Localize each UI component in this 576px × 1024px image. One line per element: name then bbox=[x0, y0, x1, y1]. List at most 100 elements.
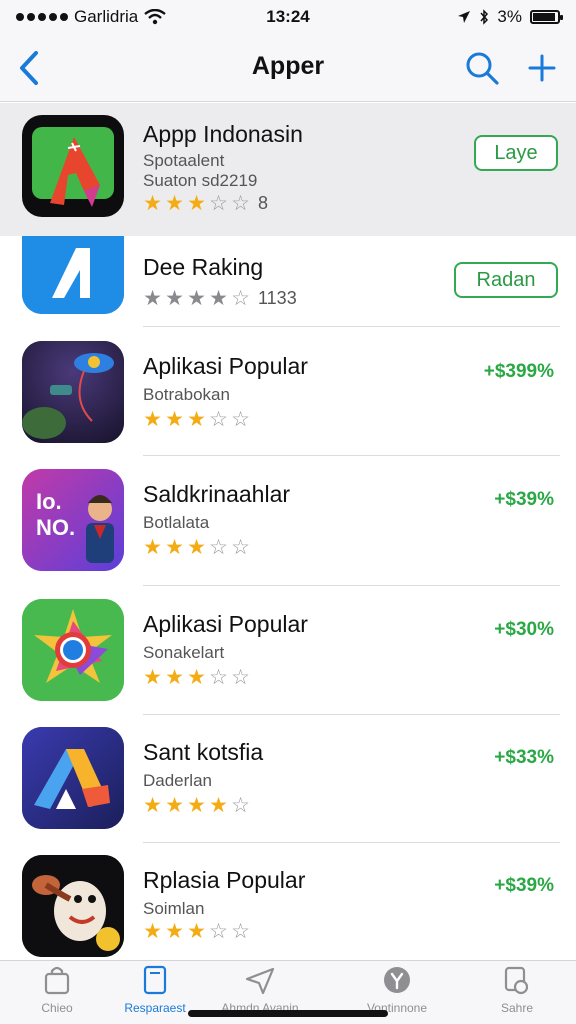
app-developer: Soimlan bbox=[143, 899, 205, 918]
battery-icon bbox=[530, 10, 563, 24]
search-icon bbox=[466, 52, 499, 85]
app-name: Rplasia Popular bbox=[143, 867, 306, 893]
app-icon bbox=[22, 599, 124, 701]
battery-label: 3% bbox=[497, 7, 522, 26]
app-name: Aplikasi Popular bbox=[143, 611, 308, 637]
get-button[interactable]: Laye bbox=[474, 135, 558, 171]
app-name: Sant kotsfia bbox=[143, 739, 264, 765]
app-subtitle: Suaton sd2219 bbox=[143, 171, 258, 190]
app-icon bbox=[22, 236, 124, 314]
app-icon: Io. NO. bbox=[22, 469, 124, 571]
star-filled-icon: ★ bbox=[187, 408, 207, 431]
star-filled-icon: ★ bbox=[165, 192, 185, 215]
star-rating: ★ ★ ★ ☆ ☆ bbox=[142, 665, 252, 690]
bag-icon bbox=[42, 965, 72, 995]
app-price[interactable]: +$39% bbox=[494, 489, 554, 511]
star-rating: ★ ★ ★ ☆ ☆ bbox=[142, 407, 252, 432]
app-name: Saldkrinaahlar bbox=[143, 481, 291, 507]
get-button[interactable]: Radan bbox=[454, 262, 558, 298]
app-icon bbox=[22, 855, 124, 957]
tab-label: Sahre bbox=[500, 1001, 534, 1015]
divider bbox=[143, 842, 560, 843]
tab-sahre[interactable]: Sahre bbox=[472, 965, 562, 1021]
star-filled-icon: ★ bbox=[165, 287, 185, 310]
app-developer: Botrabokan bbox=[143, 385, 230, 404]
star-filled-icon: ★ bbox=[143, 536, 163, 559]
star-filled-icon: ★ bbox=[187, 666, 207, 689]
list-item[interactable]: Aplikasi Popular Sonakelart ★ ★ ★ ☆ ☆ +$30% bbox=[0, 591, 576, 719]
app-icon bbox=[22, 727, 124, 829]
rating-count: 1133 bbox=[258, 288, 297, 308]
add-button[interactable] bbox=[522, 48, 562, 88]
star-rating: ★ ★ ★ ☆ ☆ bbox=[142, 535, 252, 560]
app-developer: Botlalata bbox=[143, 513, 210, 532]
star-filled-icon: ★ bbox=[209, 287, 229, 310]
tab-resparaest[interactable]: Resparaest bbox=[110, 965, 200, 1021]
app-developer: Sonakelart bbox=[143, 643, 225, 662]
star-filled-icon: ★ bbox=[187, 287, 207, 310]
app-list: Appp Indonasin Spotaalent Suaton sd2219 … bbox=[0, 103, 576, 960]
star-filled-icon: ★ bbox=[165, 536, 185, 559]
app-price[interactable]: +$33% bbox=[494, 747, 554, 769]
list-item[interactable]: Appp Indonasin Spotaalent Suaton sd2219 … bbox=[0, 103, 576, 236]
tablet-icon bbox=[140, 965, 170, 995]
star-filled-icon: ★ bbox=[187, 794, 207, 817]
app-price[interactable]: +$30% bbox=[494, 619, 554, 641]
divider bbox=[143, 455, 560, 456]
star-empty-icon: ☆ bbox=[231, 408, 251, 431]
star-filled-icon: ★ bbox=[143, 408, 163, 431]
star-empty-icon: ☆ bbox=[209, 920, 229, 943]
signal-icon bbox=[16, 13, 68, 21]
app-price[interactable]: +$399% bbox=[484, 361, 554, 383]
wifi-icon bbox=[144, 9, 166, 25]
star-empty-icon: ☆ bbox=[231, 536, 251, 559]
star-filled-icon: ★ bbox=[209, 794, 229, 817]
navigation-bar: Apper bbox=[0, 34, 576, 102]
star-filled-icon: ★ bbox=[165, 666, 185, 689]
tab-chieo[interactable]: Chieo bbox=[12, 965, 102, 1021]
app-developer: Spotaalent bbox=[143, 151, 225, 170]
app-icon bbox=[22, 341, 124, 443]
home-indicator[interactable] bbox=[188, 1010, 388, 1017]
star-empty-icon: ☆ bbox=[209, 536, 229, 559]
star-filled-icon: ★ bbox=[187, 536, 207, 559]
plane-icon bbox=[245, 965, 275, 995]
star-empty-icon: ☆ bbox=[209, 666, 229, 689]
app-name: Appp Indonasin bbox=[143, 121, 303, 147]
star-rating: ★ ★ ★ ☆ ☆ bbox=[142, 919, 252, 944]
star-empty-icon: ☆ bbox=[231, 666, 251, 689]
svg-text:NO.: NO. bbox=[36, 515, 75, 540]
y-circle-icon bbox=[382, 965, 412, 995]
plus-icon bbox=[528, 54, 556, 82]
list-item[interactable]: Aplikasi Popular Botrabokan ★ ★ ★ ☆ ☆ +$399% bbox=[0, 333, 576, 461]
star-rating: ★ ★ ★ ★ ☆ 1133 bbox=[142, 286, 297, 311]
list-item[interactable]: Dee Raking ★ ★ ★ ★ ☆ 1133 Radan bbox=[0, 236, 576, 328]
star-filled-icon: ★ bbox=[143, 920, 163, 943]
star-filled-icon: ★ bbox=[143, 666, 163, 689]
star-rating: ★ ★ ★ ☆ ☆ 8 bbox=[142, 191, 268, 216]
app-developer: Daderlan bbox=[143, 771, 212, 790]
bluetooth-icon bbox=[480, 9, 489, 25]
list-item[interactable]: Io. NO. Saldkrinaahlar Botlalata ★ ★ ★ ☆ ☆ +$… bbox=[0, 461, 576, 589]
tab-label: Resparaest bbox=[124, 1001, 186, 1015]
search-button[interactable] bbox=[462, 48, 502, 88]
star-filled-icon: ★ bbox=[187, 920, 207, 943]
list-item[interactable]: Sant kotsfia Daderlan ★ ★ ★ ★ ☆ +$33% bbox=[0, 719, 576, 845]
star-filled-icon: ★ bbox=[165, 794, 185, 817]
app-icon bbox=[22, 115, 124, 217]
list-item[interactable]: Rplasia Popular Soimlan ★ ★ ★ ☆ ☆ +$39% bbox=[0, 847, 576, 960]
app-name: Aplikasi Popular bbox=[143, 353, 308, 379]
app-price[interactable]: +$39% bbox=[494, 875, 554, 897]
status-bar: Garlidria 13:24 3% bbox=[0, 0, 576, 34]
divider bbox=[143, 585, 560, 586]
divider bbox=[143, 326, 560, 327]
location-icon bbox=[458, 11, 471, 23]
star-empty-icon: ☆ bbox=[231, 287, 251, 310]
star-filled-icon: ★ bbox=[143, 192, 163, 215]
star-filled-icon: ★ bbox=[143, 287, 163, 310]
divider bbox=[143, 714, 560, 715]
star-empty-icon: ☆ bbox=[209, 408, 229, 431]
star-empty-icon: ☆ bbox=[231, 794, 251, 817]
star-empty-icon: ☆ bbox=[231, 192, 251, 215]
star-empty-icon: ☆ bbox=[231, 920, 251, 943]
